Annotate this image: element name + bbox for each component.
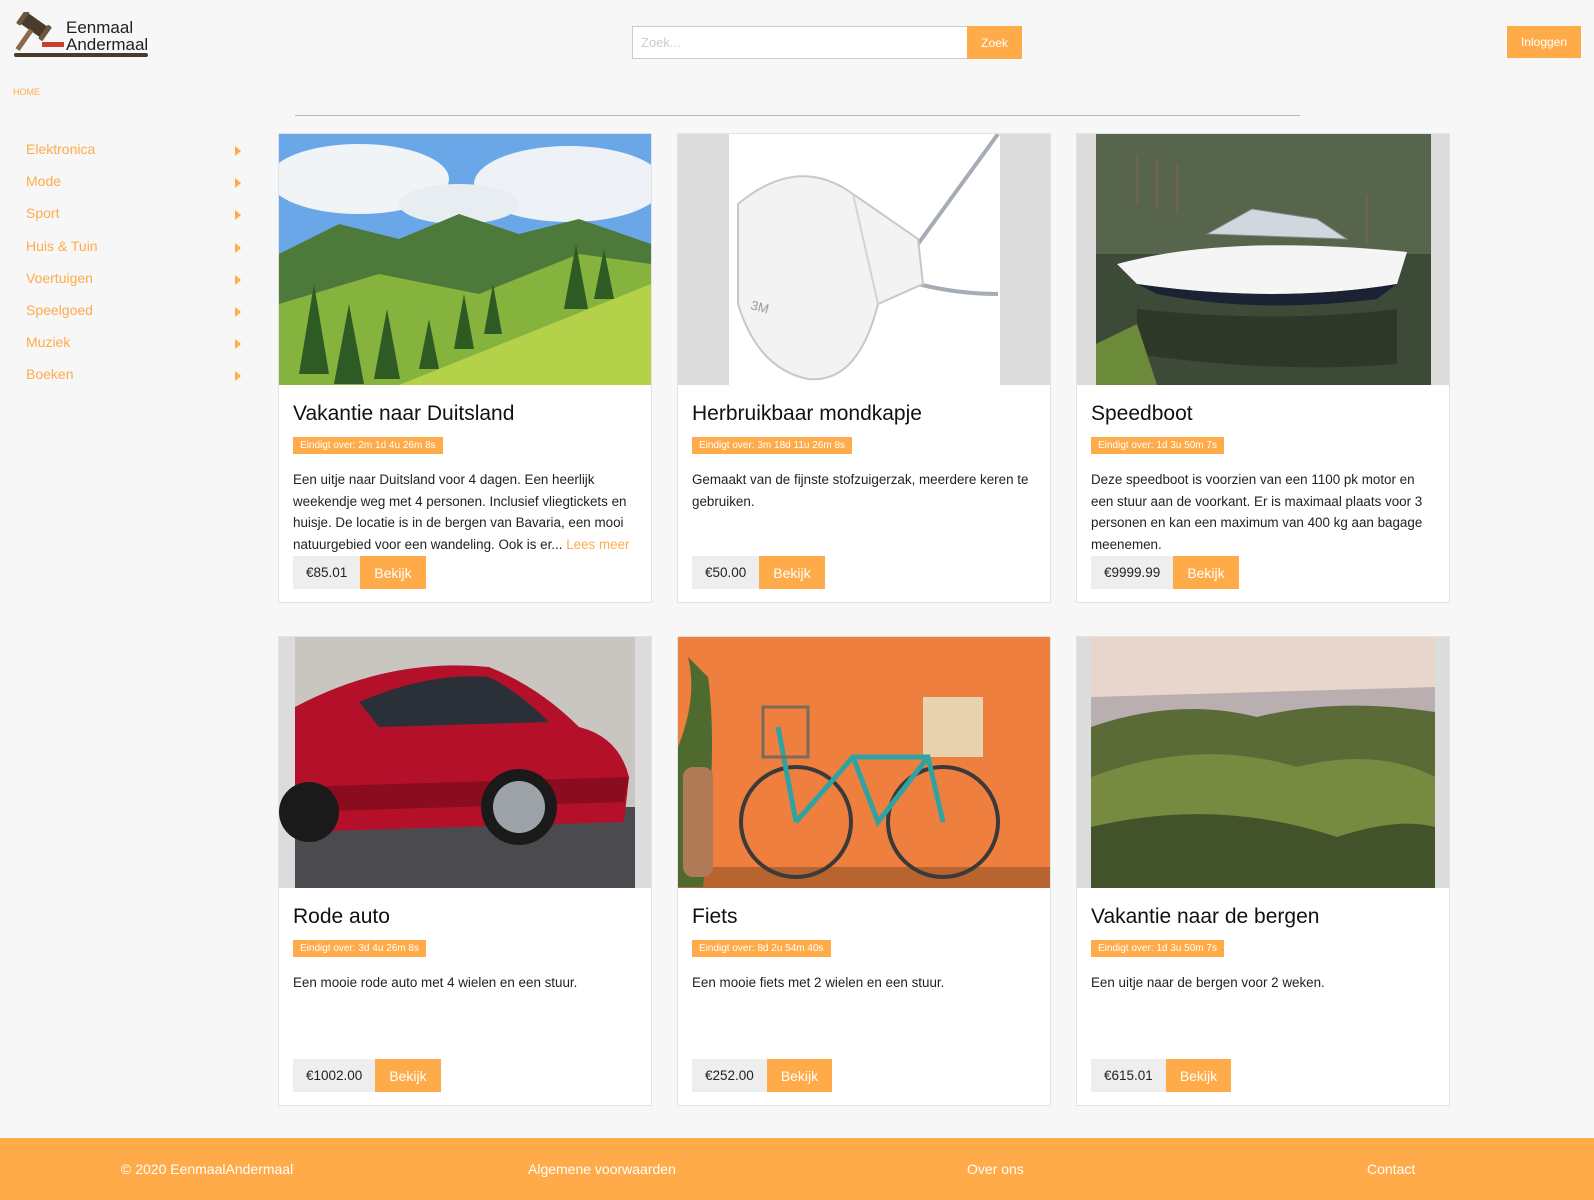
- price-tag: €252.00: [692, 1059, 767, 1092]
- caret-right-icon: [235, 146, 241, 156]
- category-voertuigen[interactable]: Voertuigen: [0, 267, 250, 299]
- caret-right-icon: [235, 306, 241, 317]
- product-card[interactable]: Vakantie naar de bergen Eindigt over: 1d…: [1076, 636, 1450, 1106]
- countdown-badge: Eindigt over: 3m 18d 11u 26m 8s: [692, 437, 853, 454]
- product-title[interactable]: Vakantie naar Duitsland: [293, 402, 514, 426]
- product-image[interactable]: [279, 637, 651, 888]
- product-title[interactable]: Speedboot: [1091, 402, 1193, 426]
- price-tag: €85.01: [293, 556, 361, 589]
- caret-right-icon: [235, 178, 241, 189]
- footer-copyright: © 2020 EenmaalAndermaal: [121, 1161, 294, 1177]
- search-button[interactable]: Zoek: [967, 26, 1022, 59]
- caret-right-icon: [235, 242, 241, 253]
- view-button[interactable]: Bekijk: [375, 1059, 441, 1092]
- category-label: Huis & Tuin: [26, 237, 98, 254]
- breadcrumb-home[interactable]: HOME: [13, 87, 40, 97]
- footer-contact-link[interactable]: Contact: [1367, 1161, 1415, 1177]
- category-sport[interactable]: Sport: [0, 202, 250, 234]
- price-tag: €615.01: [1091, 1059, 1166, 1092]
- category-boeken[interactable]: Boeken: [0, 363, 250, 395]
- countdown-badge: Eindigt over: 8d 2u 54m 40s: [692, 940, 831, 957]
- view-button[interactable]: Bekijk: [1173, 556, 1239, 589]
- category-label: Mode: [26, 173, 62, 190]
- view-button[interactable]: Bekijk: [1165, 1059, 1232, 1092]
- product-title[interactable]: Vakantie naar de bergen: [1091, 905, 1319, 929]
- divider: [295, 115, 1300, 116]
- brand-line-1: Eenmaal: [66, 18, 134, 37]
- category-label: Voertuigen: [26, 269, 93, 286]
- category-huis-tuin[interactable]: Huis & Tuin: [0, 235, 250, 267]
- category-elektronica[interactable]: Elektronica: [0, 138, 250, 170]
- product-image[interactable]: [279, 134, 651, 385]
- caret-right-icon: [235, 339, 241, 350]
- caret-right-icon: [235, 371, 241, 382]
- countdown-badge: Eindigt over: 3d 4u 26m 8s: [293, 940, 426, 957]
- product-title[interactable]: Fiets: [692, 905, 738, 929]
- search-bar: Zoek: [632, 26, 1022, 59]
- footer-about-link[interactable]: Over ons: [967, 1161, 1024, 1177]
- category-label: Muziek: [26, 334, 71, 351]
- product-description: Deze speedboot is voorzien van een 1100 …: [1091, 472, 1423, 552]
- product-image[interactable]: 3M: [678, 134, 1050, 385]
- category-mode[interactable]: Mode: [0, 170, 250, 202]
- product-image[interactable]: [1077, 637, 1449, 888]
- price-tag: €50.00: [692, 556, 760, 589]
- footer: © 2020 EenmaalAndermaal Algemene voorwaa…: [0, 1138, 1594, 1200]
- view-button[interactable]: Bekijk: [766, 1059, 833, 1092]
- logo-underline: [14, 53, 148, 57]
- product-description: Gemaakt van de fijnste stofzuigerzak, me…: [692, 472, 1029, 509]
- product-description: Een uitje naar Duitsland voor 4 dagen. E…: [293, 469, 638, 555]
- product-description: Een mooie rode auto met 4 wielen en een …: [293, 975, 578, 990]
- category-label: Elektronica: [26, 141, 96, 157]
- product-title[interactable]: Herbruikbaar mondkapje: [692, 402, 922, 426]
- brand-line-2: Andermaal: [66, 35, 149, 54]
- product-description: Een uitje naar de bergen voor 2 weken.: [1091, 975, 1325, 990]
- category-label: Boeken: [26, 366, 74, 383]
- product-card[interactable]: Fiets Eindigt over: 8d 2u 54m 40s Een mo…: [677, 636, 1051, 1106]
- category-label: Speelgoed: [26, 301, 93, 318]
- footer-terms-link[interactable]: Algemene voorwaarden: [528, 1161, 676, 1177]
- product-description: Een mooie fiets met 2 wielen en een stuu…: [692, 975, 945, 990]
- search-input[interactable]: [632, 26, 967, 59]
- product-image[interactable]: [1077, 134, 1449, 385]
- caret-right-icon: [235, 210, 241, 221]
- countdown-badge: Eindigt over: 1d 3u 50m 7s: [1091, 437, 1224, 454]
- category-sidebar: Elektronica Mode Sport Huis & Tuin Voert…: [0, 138, 250, 396]
- countdown-badge: Eindigt over: 1d 3u 50m 7s: [1091, 940, 1224, 957]
- product-title[interactable]: Rode auto: [293, 905, 390, 929]
- category-muziek[interactable]: Muziek: [0, 331, 250, 363]
- caret-right-icon: [235, 274, 241, 285]
- price-tag: €1002.00: [293, 1059, 376, 1092]
- logo[interactable]: Eenmaal Andermaal: [12, 10, 150, 60]
- category-label: Sport: [26, 205, 60, 222]
- gavel-icon: [15, 12, 64, 52]
- product-card[interactable]: Vakantie naar Duitsland Eindigt over: 2m…: [278, 133, 652, 603]
- product-card[interactable]: Speedboot Eindigt over: 1d 3u 50m 7s Dez…: [1076, 133, 1450, 603]
- view-button[interactable]: Bekijk: [759, 556, 825, 589]
- login-button[interactable]: Inloggen: [1507, 26, 1581, 58]
- product-card[interactable]: 3M Herbruikbaar mondkapje Eindigt over: …: [677, 133, 1051, 603]
- read-more-link[interactable]: Lees meer: [566, 537, 629, 552]
- product-card[interactable]: Rode auto Eindigt over: 3d 4u 26m 8s Een…: [278, 636, 652, 1106]
- price-tag: €9999.99: [1091, 556, 1174, 589]
- view-button[interactable]: Bekijk: [360, 556, 426, 589]
- category-speelgoed[interactable]: Speelgoed: [0, 299, 250, 331]
- product-image[interactable]: [678, 637, 1050, 888]
- countdown-badge: Eindigt over: 2m 1d 4u 26m 8s: [293, 437, 443, 454]
